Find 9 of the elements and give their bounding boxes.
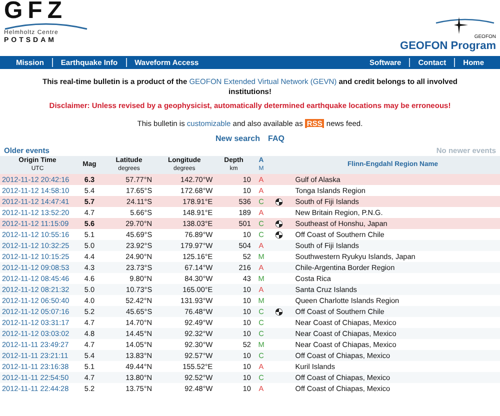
arc-icon [4, 22, 88, 30]
beachball-icon[interactable] [275, 198, 284, 206]
nav-link[interactable]: New search [216, 133, 260, 145]
beachball-icon[interactable] [275, 308, 284, 316]
nav-link[interactable]: FAQ [268, 133, 284, 145]
beachball-icon[interactable] [275, 220, 284, 228]
logo-text: GFZ [4, 0, 68, 22]
program-title: GEOFON Program [400, 40, 496, 52]
beachball-icon[interactable] [275, 230, 284, 239]
